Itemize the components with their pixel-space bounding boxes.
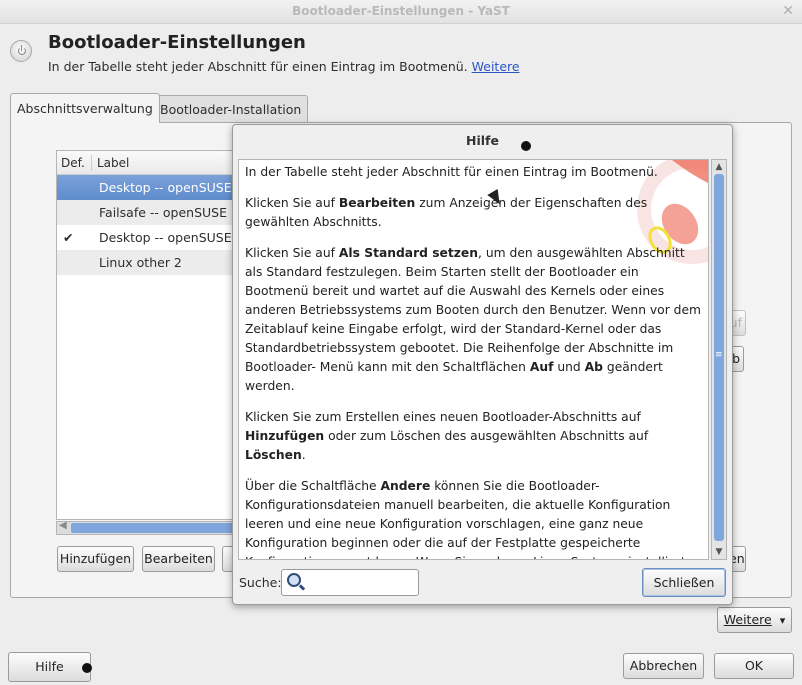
search-icon — [287, 573, 301, 587]
row-label: Desktop -- openSUSE — [99, 180, 232, 195]
help-paragraph: Klicken Sie auf Bearbeiten zum Anzeigen … — [245, 196, 648, 229]
help-paragraph: Klicken Sie auf Als Standard setzen, um … — [245, 246, 702, 393]
add-button[interactable]: Hinzufügen — [57, 546, 134, 572]
scroll-left-icon[interactable]: ◀ — [59, 520, 67, 531]
power-icon — [10, 40, 32, 62]
more-dropdown[interactable]: Weitere ▾ — [717, 607, 792, 633]
help-paragraph: In der Tabelle steht jeder Abschnitt für… — [245, 165, 658, 179]
close-icon[interactable]: ✕ — [782, 0, 794, 23]
help-paragraph: Über die Schaltfläche Andere können Sie … — [245, 479, 686, 559]
page-title: Bootloader-Einstellungen — [48, 32, 306, 53]
scroll-up-icon[interactable]: ▲ — [713, 161, 725, 173]
edit-button[interactable]: Bearbeiten — [142, 546, 215, 572]
dropdown-arrow-icon: ▾ — [779, 614, 786, 627]
table-horizontal-scrollbar[interactable]: ◀ — [56, 520, 246, 535]
search-input[interactable] — [281, 569, 419, 596]
row-label: Desktop -- openSUSE — [99, 230, 232, 245]
search-label: Suche: — [239, 575, 282, 590]
sections-table: Def. Label Desktop -- openSUSE Failsafe … — [56, 150, 246, 520]
help-dialog: Hilfe In der Tabelle steht jeder Abschni… — [232, 124, 733, 605]
cursor-dot-marker — [82, 663, 92, 673]
help-text: In der Tabelle steht jeder Abschnitt für… — [245, 163, 705, 559]
scrollbar-thumb[interactable] — [71, 523, 245, 533]
tab-section-management[interactable]: Abschnittsverwaltung — [10, 93, 160, 123]
column-default[interactable]: Def. — [61, 151, 85, 175]
check-icon: ✔ — [63, 230, 74, 245]
more-link[interactable]: Weitere — [472, 59, 520, 74]
cursor-dot-marker — [521, 141, 531, 151]
scroll-down-icon[interactable]: ▼ — [713, 546, 725, 558]
window-titlebar: Bootloader-Einstellungen - YaST ✕ — [0, 0, 802, 24]
help-vertical-scrollbar[interactable]: ▲ ≡ ▼ — [711, 159, 727, 560]
dialog-title: Hilfe — [466, 133, 499, 148]
help-text-area: In der Tabelle steht jeder Abschnitt für… — [238, 159, 709, 560]
window-title: Bootloader-Einstellungen - YaST — [292, 4, 510, 18]
scrollbar-grip-icon: ≡ — [715, 350, 723, 360]
row-label: Failsafe -- openSUSE — [99, 205, 227, 220]
column-label[interactable]: Label — [97, 151, 129, 175]
tab-bootloader-installation[interactable]: Bootloader-Installation — [153, 95, 309, 122]
table-row[interactable]: Failsafe -- openSUSE — [57, 200, 245, 225]
table-row[interactable]: Linux other 2 — [57, 250, 245, 275]
row-label: Linux other 2 — [99, 255, 182, 270]
table-row[interactable]: Desktop -- openSUSE — [57, 175, 245, 200]
subtitle-text: In der Tabelle steht jeder Abschnitt für… — [48, 59, 468, 74]
table-row[interactable]: ✔ Desktop -- openSUSE — [57, 225, 245, 250]
close-button[interactable]: Schließen — [642, 568, 726, 597]
help-button[interactable]: Hilfe — [8, 652, 91, 682]
cancel-button[interactable]: Abbrechen — [623, 653, 704, 679]
table-header: Def. Label — [57, 151, 245, 175]
ok-button[interactable]: OK — [714, 653, 794, 679]
page-subtitle: In der Tabelle steht jeder Abschnitt für… — [48, 59, 520, 74]
help-paragraph: Klicken Sie zum Erstellen eines neuen Bo… — [245, 410, 649, 462]
more-dropdown-label: Weitere — [723, 612, 772, 627]
